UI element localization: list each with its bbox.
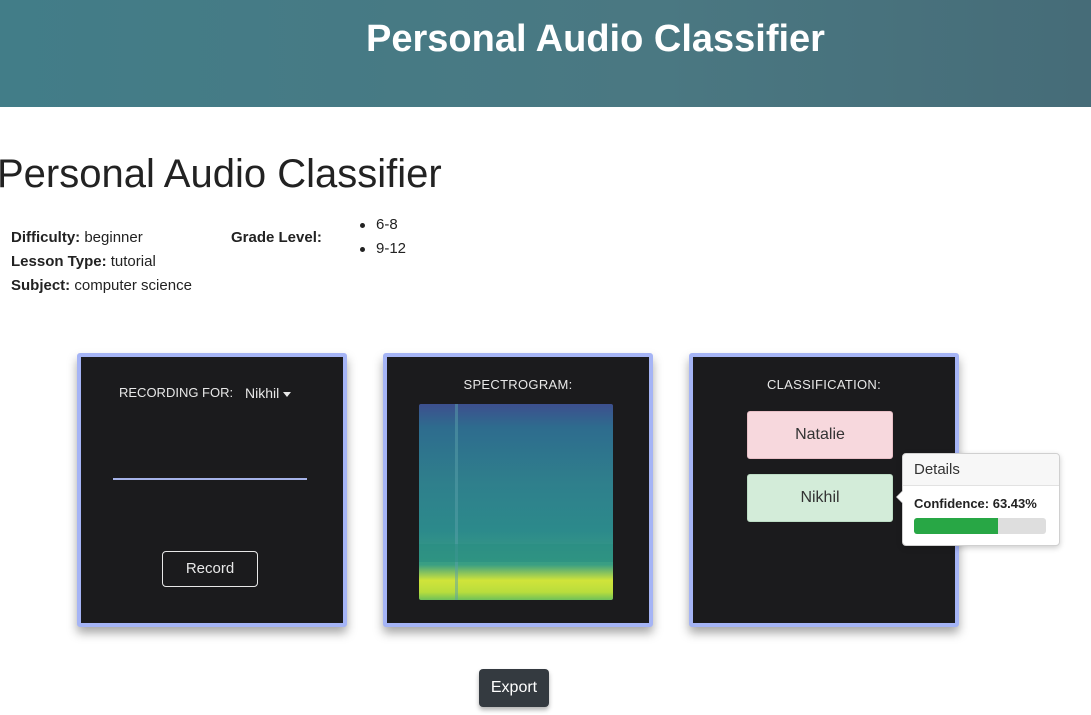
spectrogram-label: SPECTROGRAM: [463, 377, 573, 392]
class-button-natalie[interactable]: Natalie [747, 411, 893, 459]
subject-value: computer science [74, 277, 192, 294]
caret-down-icon [283, 391, 292, 397]
grade-list: 6-8 9-12 [358, 213, 406, 261]
grade-item: 9-12 [358, 237, 406, 261]
header-banner: Personal Audio Classifier [0, 0, 1091, 107]
subject-label: Subject: [11, 277, 71, 294]
confidence-progress-bar [914, 518, 1046, 534]
difficulty-row: Difficulty: beginner [11, 226, 192, 250]
spectrogram-card: SPECTROGRAM: [383, 353, 653, 627]
user-dropdown[interactable]: Nikhil [245, 385, 292, 401]
confidence-text: Confidence: 63.43% [914, 496, 1037, 511]
header-title: Personal Audio Classifier [366, 18, 825, 60]
class-button-nikhil[interactable]: Nikhil [747, 474, 893, 522]
recording-label: RECORDING FOR: [119, 385, 234, 400]
record-button[interactable]: Record [162, 551, 258, 587]
grade-level-label: Grade Level: [231, 229, 322, 246]
difficulty-value: beginner [84, 229, 143, 246]
grade-item: 6-8 [358, 213, 406, 237]
popover-arrow [896, 490, 903, 504]
lesson-type-row: Lesson Type: tutorial [11, 250, 192, 274]
lesson-meta: Difficulty: beginner Lesson Type: tutori… [11, 226, 192, 298]
confidence-progress-fill [914, 518, 998, 534]
subject-row: Subject: computer science [11, 274, 192, 298]
spectrogram-vertical-streak [455, 404, 458, 600]
popover-title: Details [903, 454, 1059, 486]
recording-card: RECORDING FOR: Nikhil Record [77, 353, 347, 627]
difficulty-label: Difficulty: [11, 229, 81, 246]
page-title: Personal Audio Classifier [0, 152, 442, 196]
lesson-type-value: tutorial [110, 253, 156, 270]
spectrogram-image [419, 404, 613, 600]
details-popover: Details Confidence: 63.43% [896, 453, 1060, 546]
export-button[interactable]: Export [479, 669, 549, 707]
user-dropdown-value: Nikhil [245, 385, 280, 401]
spectrogram-band [419, 544, 613, 562]
classification-label: CLASSIFICATION: [766, 377, 882, 392]
audio-waveform [113, 478, 307, 480]
popover-body: Confidence: 63.43% [903, 486, 1059, 534]
lesson-type-label: Lesson Type: [11, 253, 107, 270]
